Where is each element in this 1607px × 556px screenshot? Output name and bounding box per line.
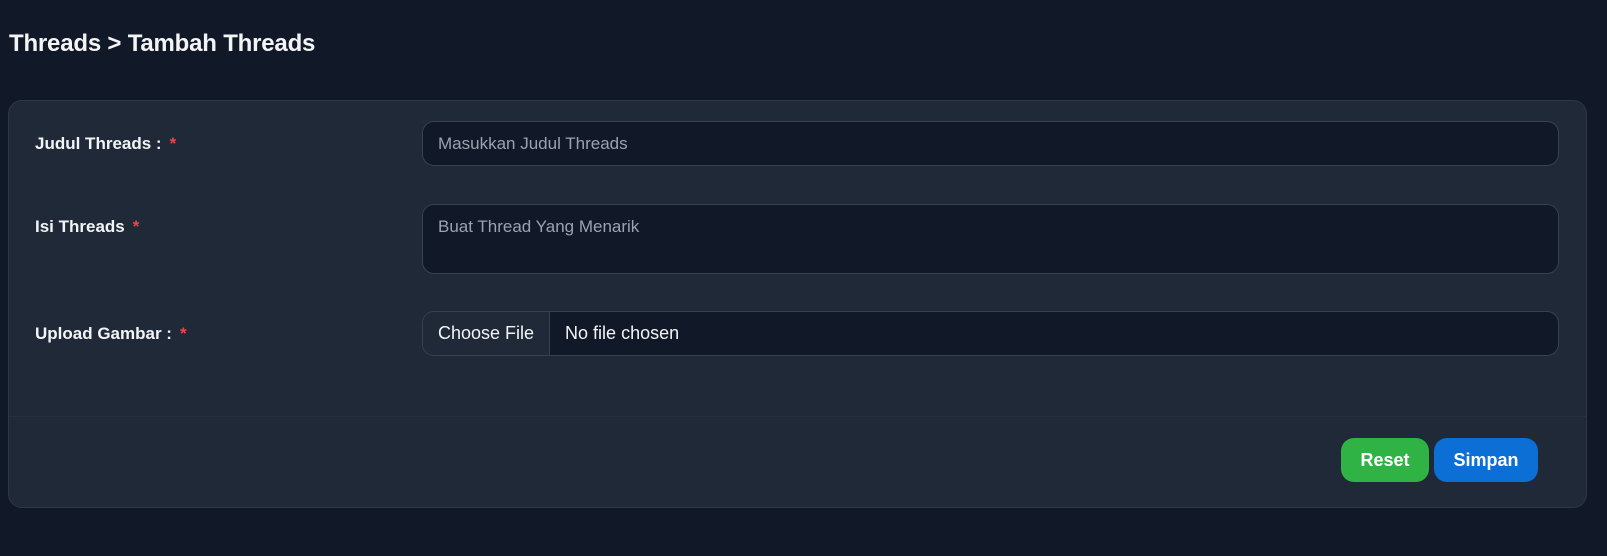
choose-file-button[interactable]: Choose File [423, 312, 551, 355]
form-footer: Reset Simpan [9, 416, 1586, 509]
content-label: Isi Threads * [35, 217, 140, 236]
required-mark: * [179, 324, 187, 343]
image-file-input[interactable]: Choose File No file chosen [422, 311, 1559, 356]
image-label: Upload Gambar : * [35, 324, 187, 343]
thread-content-textarea[interactable] [422, 204, 1559, 274]
thread-title-input[interactable] [422, 121, 1559, 166]
required-mark: * [169, 134, 177, 153]
breadcrumb: Threads > Tambah Threads [9, 30, 316, 57]
required-mark: * [132, 217, 140, 236]
file-status-text: No file chosen [565, 323, 680, 343]
thread-form-card: Judul Threads :* Isi Threads* Upload Gam… [8, 100, 1587, 508]
save-button[interactable]: Simpan [1434, 438, 1538, 482]
reset-button[interactable]: Reset [1341, 438, 1429, 482]
title-label: Judul Threads : * [35, 134, 177, 153]
